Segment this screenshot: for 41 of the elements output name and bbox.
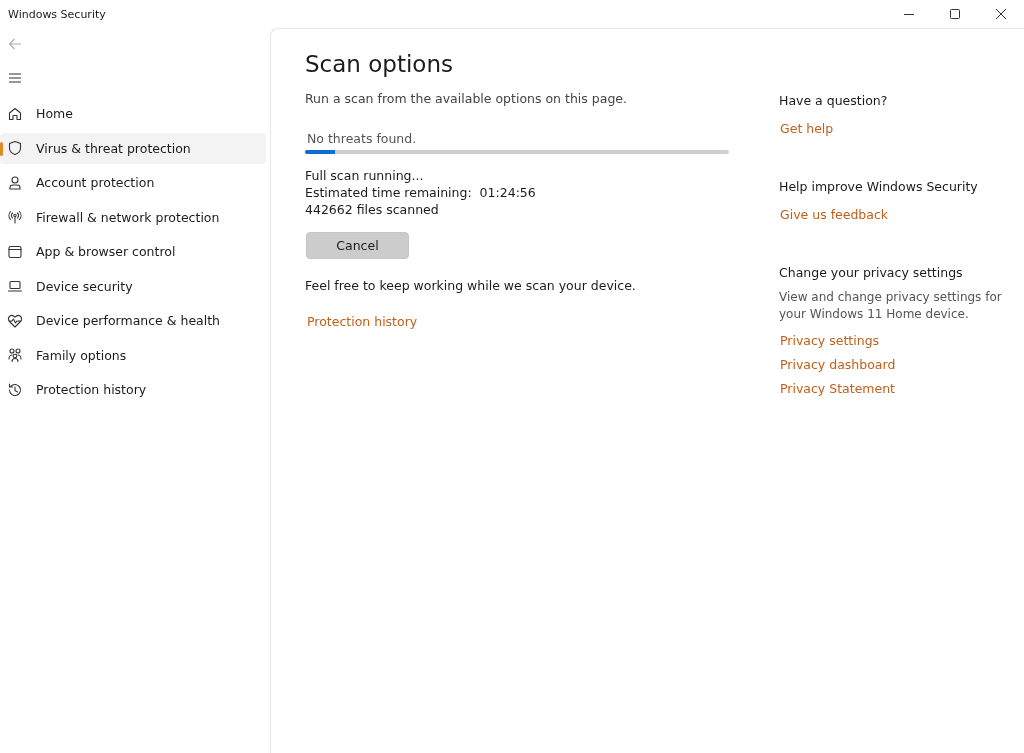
section-heading: Help improve Windows Security [779, 179, 979, 194]
sidebar-item[interactable]: Firewall & network protection [0, 201, 266, 233]
section-heading: Have a question? [779, 93, 889, 108]
help-link[interactable]: Privacy Statement [780, 377, 1015, 401]
sidebar-item[interactable]: Device security [0, 270, 266, 302]
heart-pulse-icon [7, 312, 23, 329]
info-text: Feel free to keep working while we scan your device. [305, 278, 637, 293]
menu-icon [8, 72, 22, 84]
antenna-icon [7, 209, 23, 225]
sidebar-item[interactable]: Family options [0, 339, 266, 371]
section-text: View and change privacy settings for your Windows 11 Home device. [779, 289, 1003, 323]
help-link[interactable]: Get help [780, 117, 1015, 141]
section-heading: Change your privacy settings [779, 265, 964, 280]
people-icon [7, 347, 23, 363]
sidebar-item[interactable]: App & browser control [0, 236, 266, 267]
sidebar-item[interactable]: Protection history [0, 374, 266, 405]
page-subtitle: Run a scan from the available options on this page. [305, 91, 628, 106]
sidebar-item[interactable]: Virus & threat protection [0, 132, 266, 164]
window-icon [7, 243, 23, 260]
shield-icon [7, 140, 23, 156]
scan-info: Estimated time remaining: 01:24:56 [305, 184, 537, 201]
page-title: Scan options [305, 51, 454, 77]
window-title: Windows Security [7, 7, 106, 21]
back-arrow-icon [8, 37, 22, 51]
scan-info: Full scan running... [305, 167, 425, 184]
help-link[interactable]: Privacy settings [780, 329, 1015, 353]
help-link[interactable]: Privacy dashboard [780, 353, 1015, 377]
sidebar-item[interactable]: Device performance & health [0, 305, 266, 336]
person-icon [7, 174, 23, 191]
clock-history-icon [7, 381, 23, 398]
scan-status: No threats found. [307, 131, 418, 146]
sidebar-item[interactable]: Account protection [0, 167, 266, 198]
scan-info: 442662 files scanned [305, 201, 440, 218]
laptop-icon [7, 278, 23, 294]
cancel-button[interactable]: Cancel [306, 232, 409, 259]
close-icon [996, 9, 1006, 19]
home-icon [7, 105, 23, 122]
maximize-icon [950, 9, 960, 19]
help-link[interactable]: Give us feedback [780, 203, 1015, 227]
sidebar-item[interactable]: Home [0, 98, 266, 129]
protection-history-link[interactable]: Protection history [307, 314, 418, 329]
